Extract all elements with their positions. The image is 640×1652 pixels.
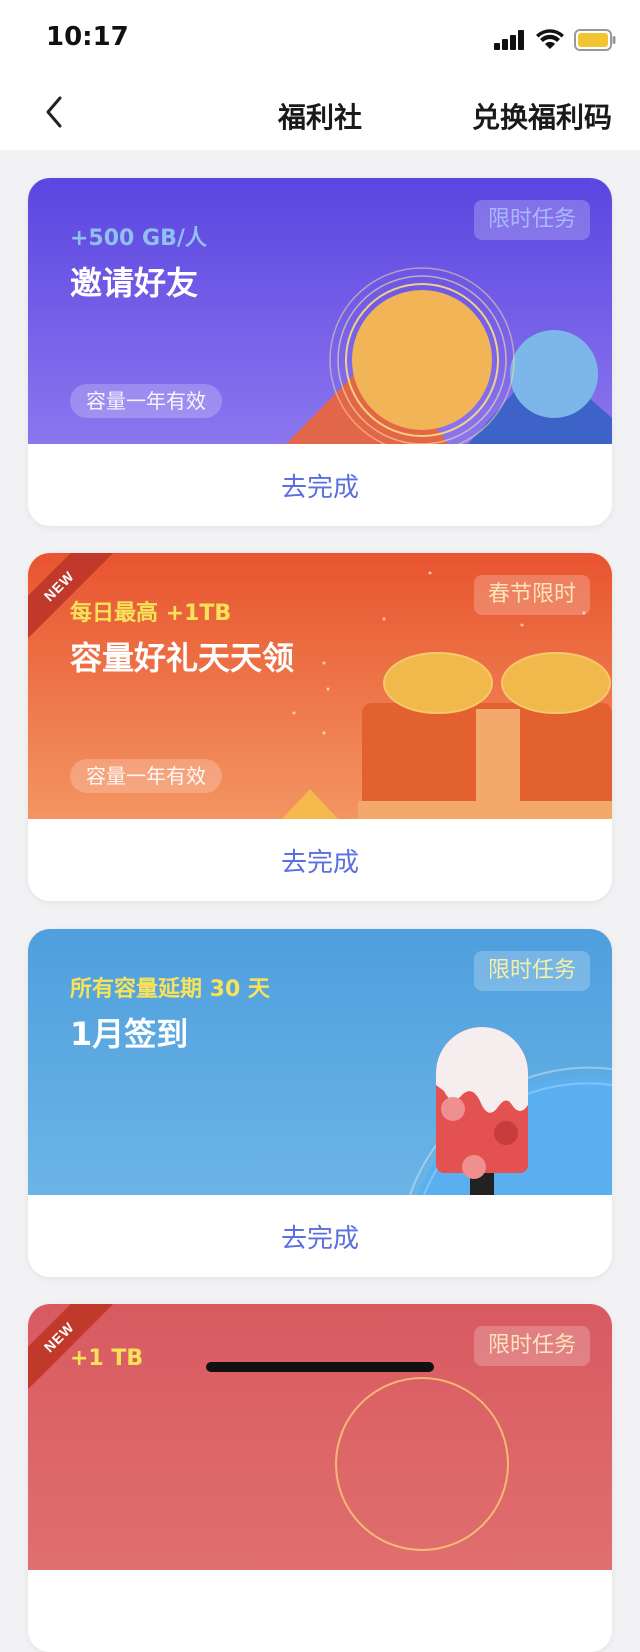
- card-subtitle: 所有容量延期 30 天: [70, 977, 270, 1002]
- daily-gift-card[interactable]: NEW 每日最高 +1TB 容量好礼天天领 春节限时 容量一年有效 去完成: [28, 553, 612, 901]
- wifi-icon: [536, 29, 564, 49]
- card-tag: 春节限时: [473, 575, 590, 615]
- home-indicator: [206, 1362, 434, 1372]
- status-icons: [494, 28, 616, 52]
- card-banner: 所有容量延期 30 天 1月签到 限时任务: [28, 929, 612, 1195]
- go-complete-button[interactable]: 去完成: [28, 819, 612, 901]
- card-title: 邀请好友: [70, 264, 199, 302]
- card-title: 1月签到: [70, 1015, 189, 1053]
- card-validity-pill: 容量一年有效: [70, 384, 222, 418]
- card-banner: +500 GB/人 邀请好友 限时任务 容量一年有效: [28, 178, 612, 444]
- go-complete-button[interactable]: 去完成: [28, 444, 612, 526]
- nav-bar: 福利社 兑换福利码: [0, 76, 640, 150]
- card-banner: NEW 每日最高 +1TB 容量好礼天天领 春节限时 容量一年有效: [28, 553, 612, 819]
- redeem-code-button[interactable]: 兑换福利码: [472, 96, 612, 136]
- checkin-card[interactable]: 所有容量延期 30 天 1月签到 限时任务 去完成: [28, 929, 612, 1277]
- cellular-signal-icon: [494, 30, 524, 50]
- go-complete-button[interactable]: 去完成: [28, 1195, 612, 1277]
- invite-friends-card[interactable]: +500 GB/人 邀请好友 限时任务 容量一年有效 去完成: [28, 178, 612, 526]
- card-subtitle: +1 TB: [70, 1346, 144, 1371]
- status-bar: 10:17: [0, 0, 640, 76]
- card-banner: NEW +1 TB 限时任务: [28, 1304, 612, 1570]
- card-subtitle: +500 GB/人: [70, 226, 207, 251]
- bonus-card[interactable]: NEW +1 TB 限时任务: [28, 1304, 612, 1652]
- card-subtitle: 每日最高 +1TB: [70, 601, 232, 626]
- card-validity-pill: 容量一年有效: [70, 759, 222, 793]
- battery-icon: [574, 29, 616, 51]
- card-title: 容量好礼天天领: [70, 639, 295, 677]
- status-time: 10:17: [46, 22, 129, 52]
- card-tag: 限时任务: [473, 951, 590, 991]
- card-tag: 限时任务: [473, 200, 590, 240]
- card-tag: 限时任务: [473, 1326, 590, 1366]
